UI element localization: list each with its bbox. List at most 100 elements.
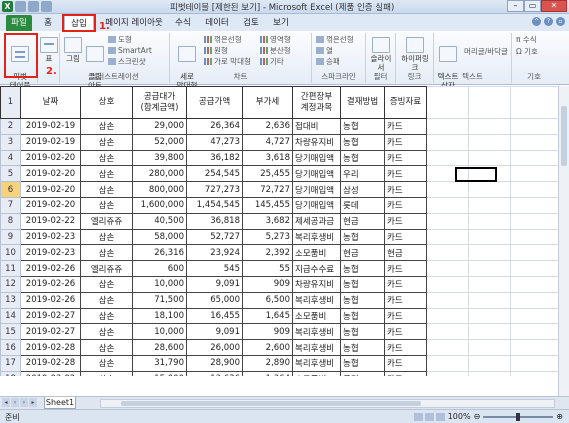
table-cell[interactable]: 2019-02-22 bbox=[20, 212, 81, 230]
tab-view[interactable]: 보기 bbox=[268, 15, 294, 31]
table-cell[interactable]: 2019-03-02 bbox=[20, 370, 81, 376]
tab-review[interactable]: 검토 bbox=[238, 15, 264, 31]
table-cell[interactable]: 삼손 bbox=[80, 228, 133, 246]
table-cell[interactable]: 소모품비 bbox=[292, 307, 341, 325]
table-cell[interactable]: 3,682 bbox=[242, 212, 293, 230]
table-cell[interactable]: 당기매입액 bbox=[292, 149, 341, 167]
table-cell[interactable]: 카드 bbox=[384, 149, 427, 167]
table-cell[interactable]: 삼손 bbox=[80, 149, 133, 167]
table-cell[interactable]: 727,273 bbox=[186, 181, 243, 198]
table-cell[interactable]: 삼손 bbox=[80, 307, 133, 325]
empty-cell[interactable] bbox=[468, 181, 511, 198]
sheet-tab-sheet1[interactable]: Sheet1 bbox=[44, 397, 76, 409]
table-cell[interactable]: 농협 bbox=[340, 291, 385, 309]
table-cell[interactable]: 5,273 bbox=[242, 228, 293, 246]
column-header-cell[interactable]: 간편장부 계정과목 bbox=[292, 86, 341, 119]
table-cell[interactable]: 소모품비 bbox=[292, 370, 341, 376]
table-cell[interactable]: 국민 bbox=[340, 370, 385, 376]
tab-page-layout[interactable]: 페이지 레이아웃 bbox=[100, 15, 168, 31]
table-cell[interactable]: 카드 bbox=[384, 133, 427, 151]
table-cell[interactable]: 소모품비 bbox=[292, 244, 341, 262]
tab-formulas[interactable]: 수식 bbox=[170, 15, 196, 31]
table-cell[interactable]: 6,500 bbox=[242, 291, 293, 309]
table-cell[interactable]: 2019-02-27 bbox=[20, 307, 81, 325]
tab-insert[interactable]: 삽입 bbox=[64, 15, 94, 31]
page-break-view-icon[interactable] bbox=[435, 412, 445, 421]
close-button[interactable]: ✕ bbox=[541, 0, 567, 12]
row-header[interactable]: 12 bbox=[0, 275, 21, 293]
row-header[interactable]: 5 bbox=[0, 165, 21, 183]
table-cell[interactable]: 현금 bbox=[384, 244, 427, 262]
vertical-scroll-thumb[interactable] bbox=[561, 106, 567, 166]
slicer-button[interactable]: 슬라이서 bbox=[368, 37, 394, 72]
shapes-button[interactable]: 도형 bbox=[108, 35, 132, 45]
table-cell[interactable]: 삼손 bbox=[80, 370, 133, 376]
empty-cell[interactable] bbox=[468, 244, 511, 262]
table-cell[interactable]: 13,636 bbox=[186, 370, 243, 376]
empty-cell[interactable] bbox=[468, 196, 511, 214]
empty-cell[interactable] bbox=[426, 118, 469, 135]
horizontal-scroll-thumb[interactable] bbox=[121, 401, 421, 406]
table-cell[interactable]: 엘리쥬쥬 bbox=[80, 212, 133, 230]
table-cell[interactable]: 농협 bbox=[340, 275, 385, 293]
empty-cell[interactable] bbox=[468, 133, 511, 151]
table-cell[interactable]: 52,727 bbox=[186, 228, 243, 246]
tab-data[interactable]: 데이터 bbox=[200, 15, 234, 31]
tab-home[interactable]: 홈 bbox=[38, 15, 58, 31]
area-chart-button[interactable]: 영역형 bbox=[260, 35, 291, 45]
table-cell[interactable]: 2019-02-26 bbox=[20, 260, 81, 277]
header-footer-button[interactable]: 머리글/바닥글 bbox=[464, 47, 508, 57]
row-header[interactable]: 4 bbox=[0, 149, 21, 167]
table-cell[interactable]: 55 bbox=[242, 260, 293, 277]
table-cell[interactable]: 15,000 bbox=[132, 370, 187, 376]
table-cell[interactable]: 복리후생비 bbox=[292, 354, 341, 372]
empty-cell[interactable] bbox=[510, 86, 563, 119]
empty-cell[interactable] bbox=[510, 196, 563, 214]
prev-sheet-icon[interactable]: ‹ bbox=[11, 398, 19, 407]
empty-cell[interactable] bbox=[468, 149, 511, 167]
table-cell[interactable]: 카드 bbox=[384, 181, 427, 198]
picture-button[interactable]: 그림 bbox=[64, 37, 82, 63]
empty-cell[interactable] bbox=[510, 260, 563, 277]
empty-cell[interactable] bbox=[468, 86, 511, 119]
table-cell[interactable]: 36,818 bbox=[186, 212, 243, 230]
minimize-button[interactable]: – bbox=[507, 0, 524, 12]
table-cell[interactable]: 농협 bbox=[340, 260, 385, 277]
empty-cell[interactable] bbox=[510, 165, 563, 183]
table-cell[interactable]: 농협 bbox=[340, 149, 385, 167]
table-cell[interactable]: 2019-02-23 bbox=[20, 244, 81, 262]
empty-cell[interactable] bbox=[510, 181, 563, 198]
row-header[interactable]: 1 bbox=[0, 86, 21, 119]
table-cell[interactable]: 909 bbox=[242, 323, 293, 341]
table-cell[interactable]: 카드 bbox=[384, 291, 427, 309]
table-cell[interactable]: 복리후생비 bbox=[292, 323, 341, 341]
window-restore-icon[interactable]: ▫ bbox=[556, 17, 565, 26]
table-cell[interactable]: 1,454,545 bbox=[186, 196, 243, 214]
empty-cell[interactable] bbox=[468, 291, 511, 309]
table-cell[interactable]: 농협 bbox=[340, 133, 385, 151]
table-cell[interactable]: 삼손 bbox=[80, 133, 133, 151]
table-cell[interactable]: 카드 bbox=[384, 323, 427, 341]
table-cell[interactable]: 65,000 bbox=[186, 291, 243, 309]
table-cell[interactable]: 카드 bbox=[384, 118, 427, 135]
table-cell[interactable]: 복리후생비 bbox=[292, 339, 341, 356]
table-cell[interactable]: 2019-02-20 bbox=[20, 149, 81, 167]
line-chart-button[interactable]: 꺾은선형 bbox=[204, 35, 242, 45]
table-cell[interactable]: 600 bbox=[132, 260, 187, 277]
empty-cell[interactable] bbox=[426, 86, 469, 119]
zoom-out-icon[interactable]: ⊖ bbox=[474, 412, 481, 421]
table-cell[interactable]: 삼손 bbox=[80, 275, 133, 293]
table-cell[interactable]: 농협 bbox=[340, 323, 385, 341]
pie-chart-button[interactable]: 원형 bbox=[204, 46, 228, 56]
table-cell[interactable]: 삼손 bbox=[80, 323, 133, 341]
empty-cell[interactable] bbox=[468, 212, 511, 230]
sparkline-winloss-button[interactable]: 승패 bbox=[316, 57, 340, 67]
table-cell[interactable]: 지급수수료 bbox=[292, 260, 341, 277]
table-cell[interactable]: 롯데 bbox=[340, 196, 385, 214]
table-cell[interactable]: 현금 bbox=[340, 212, 385, 230]
empty-cell[interactable] bbox=[426, 212, 469, 230]
table-cell[interactable]: 18,100 bbox=[132, 307, 187, 325]
table-cell[interactable]: 2019-02-23 bbox=[20, 228, 81, 246]
row-header[interactable]: 18 bbox=[0, 370, 21, 376]
table-cell[interactable]: 농협 bbox=[340, 354, 385, 372]
